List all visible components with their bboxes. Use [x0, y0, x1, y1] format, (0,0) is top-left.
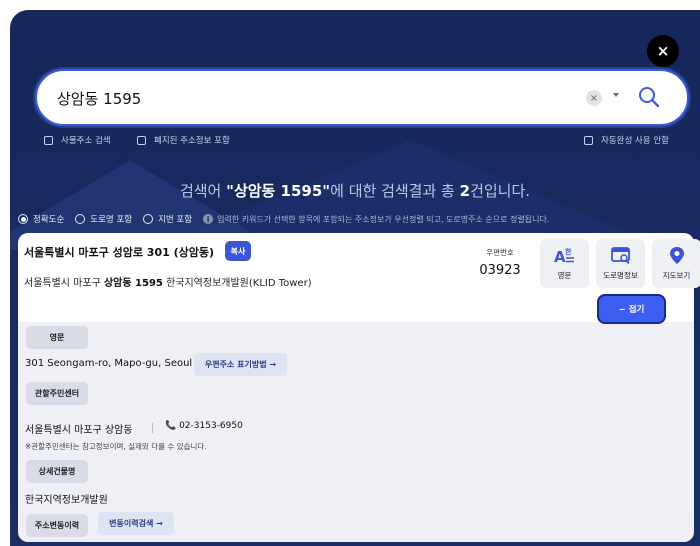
english-label: 영문	[557, 271, 572, 280]
search-input[interactable]	[57, 85, 577, 111]
sort-road-name-label: 도로명 포함	[90, 215, 133, 225]
search-icon[interactable]	[637, 85, 661, 109]
private-addr-label: 사물주소 검색	[61, 136, 111, 146]
building-name: 한국지역정보개발원	[25, 495, 108, 506]
road-address: 서울특별시 마포구 성암로 301 (상암동)	[24, 246, 215, 259]
close-icon: ×	[656, 42, 670, 60]
office-phone: 📞 02-3153-6950	[165, 421, 243, 431]
result-prefix: 검색어	[179, 182, 227, 200]
office-tag: 관할주민센터	[26, 382, 88, 405]
english-address: 301 Seongam-ro, Mapo-gu, Seoul	[25, 358, 193, 369]
result-summary: 검색어 "상암동 1595"에 대한 검색결과 총 2건입니다.	[10, 180, 700, 201]
sort-road-name-radio[interactable]	[75, 214, 86, 224]
english-tag: 영문	[26, 326, 88, 349]
jibun-prefix: 서울특별시 마포구	[24, 278, 104, 289]
jibun-suffix: 한국지역정보개발원(KLID Tower)	[162, 278, 312, 289]
map-button[interactable]: 지도보기	[652, 239, 700, 288]
result-count: 2	[459, 182, 471, 200]
autocomplete-off-checkbox[interactable]	[584, 135, 593, 145]
sort-options: 정확도순 도로명 포함 지번 포함 i 입력한 키워드가 선택한 항목에 포함되…	[18, 213, 549, 225]
fold-button[interactable]: − 접기	[597, 294, 666, 324]
history-search-link[interactable]: 변동이력검색 →	[98, 512, 174, 535]
search-bar: ×	[35, 69, 689, 126]
private-addr-option[interactable]: 사물주소 검색	[44, 134, 111, 146]
abolished-addr-option[interactable]: 폐지된 주소정보 포함	[137, 134, 230, 146]
result-card: 서울특별시 마포구 성암로 301 (상암동) 복사 서울특별시 마포구 상암동…	[18, 233, 700, 322]
office-name: 서울특별시 마포구 상암동	[25, 425, 133, 436]
private-addr-checkbox[interactable]	[44, 135, 53, 145]
jibun-bold: 상암동 1595	[103, 278, 163, 289]
result-suffix: 건입니다.	[470, 182, 531, 200]
english-button[interactable]: A 한 영문	[540, 239, 589, 288]
map-pin-icon	[669, 247, 684, 264]
sort-note: 입력한 키워드가 선택한 항목에 포함되는 주소정보가 우선정렬 되고, 도로명…	[217, 214, 550, 224]
abolished-addr-label: 폐지된 주소정보 포함	[154, 136, 230, 146]
autocomplete-off-label: 자동완성 사용 안함	[601, 136, 669, 146]
zip-code: 03923	[479, 263, 521, 278]
result-middle: 에 대한 검색결과 총	[330, 182, 460, 200]
postal-format-link[interactable]: 우편주소 표기방법 →	[194, 353, 287, 376]
road-info-label: 도로명정보	[603, 271, 638, 280]
chevron-down-icon[interactable]	[613, 93, 619, 97]
road-info-icon	[610, 247, 630, 265]
result-keyword: "상암동 1595"	[226, 182, 331, 200]
history-tag: 주소변동이력	[26, 514, 88, 537]
info-icon: i	[203, 214, 214, 224]
search-modal: × × 사물주소 검색 폐지된 주소정보 포함 자동완성 사용 안함 검색어 "…	[10, 10, 700, 546]
office-note: ※관할주민센터는 참고정보이며, 실제와 다를 수 있습니다.	[25, 442, 207, 451]
sort-accuracy-radio[interactable]	[18, 214, 28, 224]
english-translate-icon: A 한	[554, 247, 574, 266]
building-tag: 상세건물명	[26, 460, 88, 483]
map-label: 지도보기	[662, 271, 691, 280]
svg-text:한: 한	[565, 247, 572, 256]
zip-label: 우편번호	[486, 248, 514, 257]
close-button[interactable]: ×	[647, 35, 679, 67]
road-info-button[interactable]: 도로명정보	[596, 239, 645, 288]
divider	[152, 423, 153, 433]
sort-accuracy-label: 정확도순	[33, 215, 65, 225]
autocomplete-off-option[interactable]: 자동완성 사용 안함	[584, 134, 669, 146]
sort-jibun-radio[interactable]	[143, 214, 154, 224]
abolished-addr-checkbox[interactable]	[137, 135, 146, 145]
jibun-address: 서울특별시 마포구 상암동 1595 한국지역정보개발원(KLID Tower)	[24, 274, 312, 289]
result-details: 영문 301 Seongam-ro, Mapo-gu, Seoul 우편주소 표…	[18, 322, 694, 542]
clear-icon[interactable]: ×	[586, 90, 602, 106]
sort-jibun-label: 지번 포함	[158, 215, 193, 225]
copy-button[interactable]: 복사	[225, 241, 251, 261]
